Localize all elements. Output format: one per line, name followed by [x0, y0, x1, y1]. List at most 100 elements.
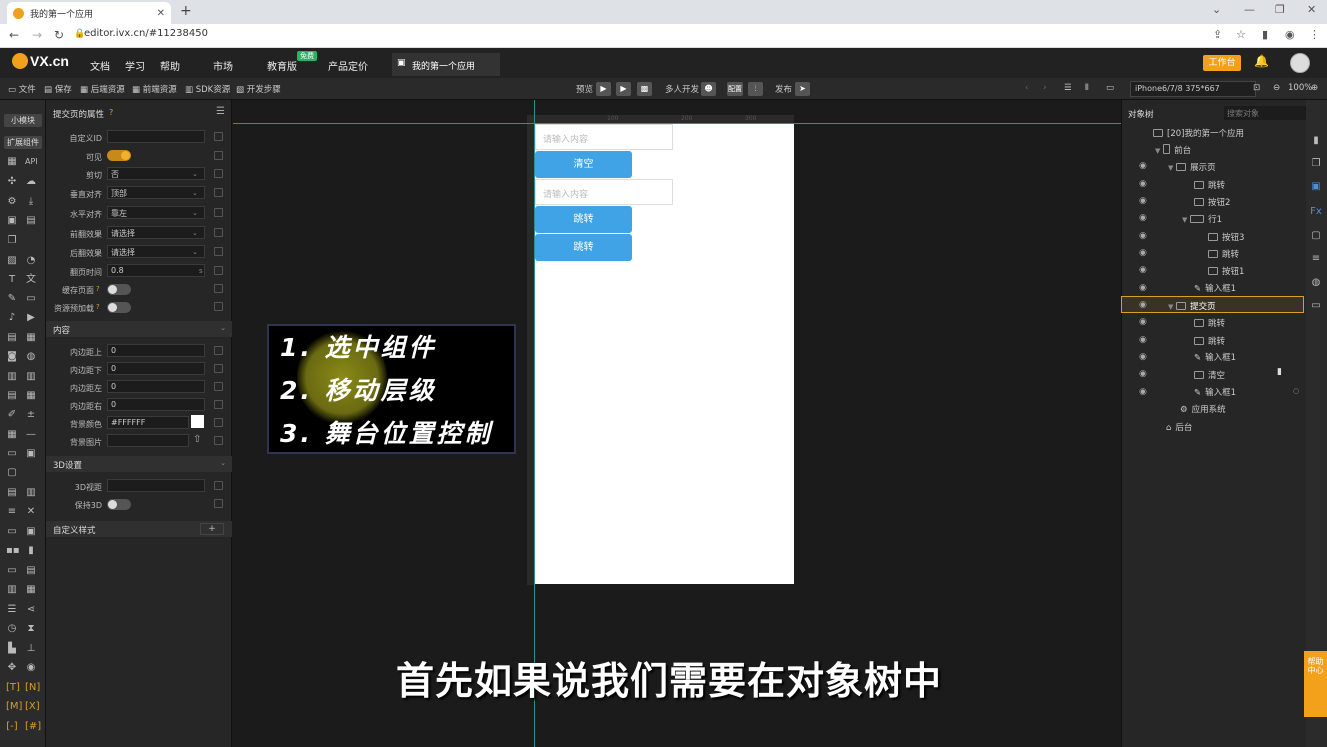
- dots-icon[interactable]: ▪▪: [6, 545, 20, 557]
- window-close-icon[interactable]: ✕: [1307, 3, 1316, 16]
- bg-color-swatch[interactable]: [191, 415, 204, 428]
- cloud-icon[interactable]: ☁: [25, 176, 37, 188]
- props-menu-icon[interactable]: ☰: [216, 106, 225, 117]
- comment-tool-icon[interactable]: ▮: [1310, 135, 1322, 147]
- visible-toggle[interactable]: [107, 150, 131, 161]
- chat-icon[interactable]: ▭: [6, 565, 18, 577]
- grid-var-icon[interactable]: [#]: [25, 721, 41, 733]
- resource-tool-icon[interactable]: ≡: [1310, 253, 1322, 265]
- play-frame-icon[interactable]: ▶: [616, 82, 631, 96]
- copy-icon[interactable]: [214, 247, 223, 256]
- eye-icon[interactable]: ◉: [1139, 335, 1147, 345]
- list-icon[interactable]: ▤: [6, 390, 18, 402]
- grid-icon[interactable]: ▤: [25, 215, 37, 227]
- card-icon[interactable]: ▭: [6, 448, 18, 460]
- eye-icon[interactable]: ◉: [1139, 248, 1147, 258]
- align-icon[interactable]: ☰: [1064, 83, 1072, 93]
- eye-icon[interactable]: ◉: [1139, 196, 1147, 206]
- url-field[interactable]: editor.ivx.cn/#11238450: [84, 28, 208, 39]
- tab-small-modules[interactable]: 小模块: [4, 114, 42, 127]
- tree-node-app-system[interactable]: ⚙ 应用系统: [1180, 403, 1226, 415]
- help-icon[interactable]: ?: [96, 303, 100, 311]
- tree-node-jump-c[interactable]: 跳转: [1194, 317, 1225, 329]
- form-icon[interactable]: ▤: [6, 332, 18, 344]
- copy-icon[interactable]: [214, 151, 223, 160]
- slider-icon[interactable]: ▤: [6, 487, 18, 499]
- menu-list-icon[interactable]: ≡: [6, 506, 18, 518]
- tab-search-icon[interactable]: ⌄: [1212, 3, 1221, 16]
- copy-icon[interactable]: [214, 228, 223, 237]
- frame-icon[interactable]: ▣: [25, 526, 37, 538]
- preload-toggle[interactable]: [107, 302, 131, 313]
- download-icon[interactable]: ⤓: [25, 196, 37, 208]
- doc-icon[interactable]: ▥: [6, 371, 18, 383]
- bg-image-input[interactable]: [107, 434, 189, 447]
- copy-icon[interactable]: [214, 132, 223, 141]
- tree-node-button1[interactable]: 按钮1: [1208, 265, 1244, 277]
- nodes-icon[interactable]: ✣: [6, 176, 18, 188]
- tree-node-backend[interactable]: ⌂ 后台: [1166, 421, 1192, 433]
- menu-education[interactable]: 教育版: [267, 58, 297, 73]
- page-icon[interactable]: ▣: [6, 215, 18, 227]
- 3d-distance-input[interactable]: [107, 479, 205, 492]
- save-button[interactable]: ▤ 保存: [44, 83, 72, 95]
- tab-extensions[interactable]: 扩展组件: [4, 136, 42, 149]
- pie-icon[interactable]: ◔: [25, 255, 37, 267]
- redo-icon[interactable]: ›: [1043, 83, 1046, 93]
- table2-icon[interactable]: ▦: [25, 584, 37, 596]
- tree-node-button3[interactable]: 按钮3: [1208, 231, 1244, 243]
- eye-icon[interactable]: ◉: [1139, 283, 1147, 293]
- next-effect-select[interactable]: 请选择: [107, 245, 205, 258]
- stage-input-2[interactable]: 请输入内容: [535, 179, 673, 205]
- dev-steps-button[interactable]: ▧ 开发步骤: [236, 83, 281, 95]
- stage-jump-button-1[interactable]: 跳转: [535, 206, 632, 233]
- num-var-icon[interactable]: [N]: [25, 682, 40, 694]
- text-icon[interactable]: T: [6, 274, 18, 286]
- translate-icon[interactable]: 文: [25, 274, 37, 286]
- profile-icon[interactable]: ◉: [1285, 28, 1295, 41]
- prev-effect-select[interactable]: 请选择: [107, 226, 205, 239]
- hourglass-icon[interactable]: ⧗: [25, 623, 37, 635]
- copy-icon[interactable]: [214, 364, 223, 373]
- frontend-resources-button[interactable]: ▦ 前端资源: [132, 83, 177, 95]
- distribute-icon[interactable]: ⦀: [1085, 83, 1089, 93]
- copy-icon[interactable]: [214, 208, 223, 217]
- help-icon[interactable]: ?: [109, 108, 113, 117]
- stage-jump-button-2[interactable]: 跳转: [535, 234, 632, 261]
- copy-icon[interactable]: [214, 346, 223, 355]
- keyboard-tool-icon[interactable]: ▭: [1310, 300, 1322, 312]
- menu-market[interactable]: 市场: [213, 58, 233, 73]
- globe-icon[interactable]: ◍: [25, 351, 37, 363]
- keep-3d-toggle[interactable]: [107, 499, 131, 510]
- calendar-icon[interactable]: ▦: [25, 332, 37, 344]
- padding-right-input[interactable]: 0: [107, 398, 205, 411]
- app-tab[interactable]: ▣ 我的第一个应用: [392, 53, 500, 76]
- tree-node-submit-page[interactable]: ▼ 提交页: [1168, 300, 1216, 312]
- copy-icon[interactable]: [214, 284, 223, 293]
- eye-icon[interactable]: ◉: [1139, 231, 1147, 241]
- minimize-icon[interactable]: —: [1244, 3, 1255, 16]
- camera-icon[interactable]: ◙: [6, 351, 18, 363]
- menu-docs[interactable]: 文档: [90, 58, 110, 73]
- timer-icon[interactable]: ◷: [6, 623, 18, 635]
- clip-select[interactable]: 否: [107, 167, 205, 180]
- function-tool-icon[interactable]: Fx: [1310, 206, 1322, 218]
- lock-tool-icon[interactable]: ▢: [1310, 230, 1322, 242]
- notification-bell-icon[interactable]: 🔔: [1254, 54, 1269, 68]
- container-icon[interactable]: ▦: [6, 156, 18, 168]
- stage-clear-button[interactable]: 清空: [535, 151, 632, 178]
- device-select[interactable]: iPhone6/7/8 375*667: [1130, 81, 1256, 97]
- tree-node-frontend[interactable]: ▼ 前台: [1155, 144, 1191, 156]
- section-content-header[interactable]: 内容 ⌄: [46, 321, 232, 337]
- eye-icon[interactable]: ◉: [1139, 352, 1147, 362]
- forward-icon[interactable]: →: [32, 28, 42, 42]
- zoom-in-icon[interactable]: ⊕: [1311, 83, 1318, 93]
- undo-icon[interactable]: ‹: [1025, 83, 1028, 93]
- monitor-icon[interactable]: ▭: [1106, 83, 1114, 93]
- menu-learn[interactable]: 学习: [125, 58, 145, 73]
- send-icon[interactable]: ➤: [795, 82, 810, 96]
- copy-icon[interactable]: [214, 436, 223, 445]
- gear-icon[interactable]: ⚙: [6, 196, 18, 208]
- help-center-button[interactable]: 帮助中心: [1304, 651, 1327, 717]
- keyboard-icon[interactable]: ▭: [25, 293, 37, 305]
